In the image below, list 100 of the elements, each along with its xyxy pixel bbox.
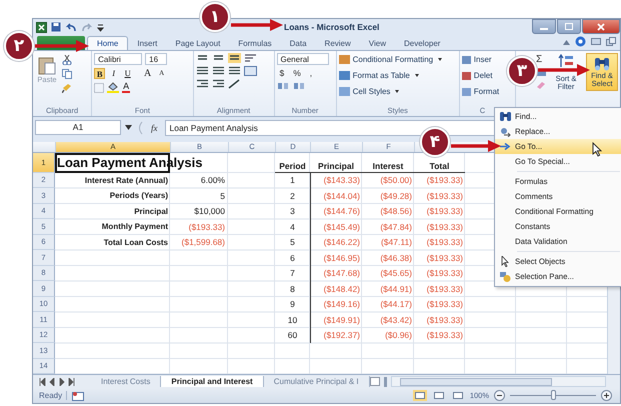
- ribbon-tab[interactable]: View: [360, 37, 395, 50]
- callout-arrow: [231, 18, 283, 32]
- clipboard-icon: [37, 55, 57, 76]
- callout-arrow: [538, 63, 590, 77]
- font-style-button[interactable]: I: [108, 68, 120, 80]
- decimal-icon[interactable]: [292, 81, 306, 90]
- styles-icon: [338, 87, 350, 96]
- number-format-button[interactable]: $: [276, 68, 288, 78]
- align-icon[interactable]: [212, 66, 225, 76]
- merge-icon[interactable]: [244, 66, 257, 76]
- help-icon[interactable]: [575, 36, 586, 48]
- windows-icon[interactable]: [606, 37, 616, 46]
- copy-icon[interactable]: [62, 69, 72, 80]
- ribbon-tab[interactable]: Page Layout: [166, 37, 230, 50]
- insert-sheet-icon[interactable]: [370, 377, 380, 386]
- undo-icon[interactable]: [65, 22, 77, 32]
- view-button[interactable]: [432, 390, 446, 401]
- ribbon-tab[interactable]: Data: [280, 37, 316, 50]
- font-size-field[interactable]: 16: [145, 53, 168, 66]
- zoom-out-icon[interactable]: [494, 390, 505, 401]
- decimal-icon[interactable]: [276, 81, 290, 90]
- minimize-button[interactable]: [532, 19, 556, 34]
- minimize-ribbon-icon[interactable]: [563, 38, 570, 45]
- font-style-button[interactable]: A: [142, 68, 154, 80]
- ribbon-tab[interactable]: Developer: [394, 37, 450, 50]
- zoom-slider-thumb[interactable]: [550, 390, 556, 400]
- table-cell-text: 6: [289, 252, 296, 265]
- sort-icon: [558, 53, 574, 70]
- ribbon-tab[interactable]: Home: [87, 36, 128, 50]
- table-cell: ($148.42): [310, 281, 362, 296]
- table-cell-text: 8: [289, 282, 296, 296]
- table-cell-text: ($43.42): [379, 314, 413, 327]
- cells-button[interactable]: Inser: [462, 53, 492, 66]
- save-icon[interactable]: [51, 22, 61, 32]
- table-cell-text: ($193.33): [426, 329, 464, 342]
- maximize-button[interactable]: [557, 19, 581, 34]
- font-name-field[interactable]: Calibri: [94, 53, 142, 66]
- indent-icon[interactable]: [196, 79, 209, 90]
- table-cell: ($146.95): [310, 250, 362, 266]
- styles-button[interactable]: Conditional Formatting: [338, 53, 442, 66]
- table-cell-text: ($193.33): [426, 190, 464, 203]
- table-cell-text: ($44.91): [379, 282, 413, 296]
- table-cell-text: ($193.33): [426, 314, 464, 327]
- table-cell-text: Principal: [133, 206, 169, 218]
- table-cell-text: 60: [286, 329, 298, 342]
- table-cell-text: 10: [286, 314, 298, 327]
- window-title: Loans - Microsoft Excel: [284, 22, 380, 32]
- table-cell-text: ($193.33): [426, 252, 464, 265]
- sheet-navigation-icon[interactable]: [39, 378, 75, 386]
- styles-icon: [338, 71, 350, 80]
- sheet-tab[interactable]: Principal and Interest: [161, 376, 264, 386]
- zoom-in-icon[interactable]: [601, 390, 612, 401]
- table-cell-text: 1: [289, 174, 296, 188]
- fill-color-icon[interactable]: [107, 82, 120, 94]
- orientation-icon[interactable]: [228, 79, 241, 90]
- column-heading: Interest: [362, 152, 414, 172]
- align-bottom-icon[interactable]: [228, 53, 241, 64]
- close-icon: [597, 22, 605, 30]
- ribbon-tab[interactable]: Formulas: [229, 37, 281, 50]
- font-style-button[interactable]: U: [122, 68, 134, 80]
- column-heading: Principal: [310, 152, 362, 172]
- name-box[interactable]: A1: [35, 120, 121, 136]
- scissors-icon[interactable]: [62, 55, 72, 66]
- customize-icon[interactable]: [97, 22, 104, 32]
- table-cell-text: ($45.65): [379, 267, 413, 280]
- wrap-text-icon[interactable]: [244, 53, 257, 64]
- table-cell: ($146.22): [310, 234, 362, 250]
- table-cell: ($192.37): [310, 328, 362, 343]
- ribbon-tab[interactable]: Insert: [128, 37, 166, 50]
- styles-button[interactable]: Format as Table: [338, 69, 419, 82]
- autosum-button[interactable]: Σ: [536, 55, 546, 66]
- align-icon[interactable]: [196, 66, 209, 76]
- align-icon[interactable]: [228, 66, 241, 76]
- close-button[interactable]: [582, 19, 620, 34]
- number-format-button[interactable]: ,: [306, 68, 316, 78]
- macro-record-icon[interactable]: [72, 390, 84, 400]
- number-format-button[interactable]: %: [290, 68, 304, 78]
- view-button[interactable]: [450, 390, 465, 401]
- cells-button[interactable]: Delet: [462, 69, 492, 82]
- step-number-badge: ۲: [4, 31, 34, 61]
- restore-icon[interactable]: [591, 38, 601, 46]
- indent-icon[interactable]: [212, 79, 225, 90]
- font-style-button[interactable]: B: [94, 68, 106, 80]
- brush-icon[interactable]: [62, 83, 72, 94]
- pointer-icon: [501, 256, 509, 267]
- table-cell: ($149.91): [310, 312, 362, 328]
- table-cell-text: ($0.96): [384, 329, 413, 342]
- ribbon-tab[interactable]: Review: [316, 37, 360, 50]
- styles-icon: [338, 55, 350, 64]
- insert-function-button[interactable]: fx: [148, 122, 160, 133]
- table-cell-text: ($193.33): [426, 220, 464, 234]
- number-format-field[interactable]: General: [276, 53, 328, 66]
- table-cell-text: 7: [289, 267, 296, 280]
- font-color-button[interactable]: A: [122, 82, 130, 94]
- dropdown-arrow-icon[interactable]: [125, 125, 132, 130]
- styles-button[interactable]: Cell Styles: [338, 85, 400, 98]
- view-button[interactable]: [412, 390, 427, 401]
- cells-button[interactable]: Format: [462, 85, 500, 98]
- horizontal-scrollbar[interactable]: [390, 376, 606, 387]
- borders-icon[interactable]: [94, 82, 104, 93]
